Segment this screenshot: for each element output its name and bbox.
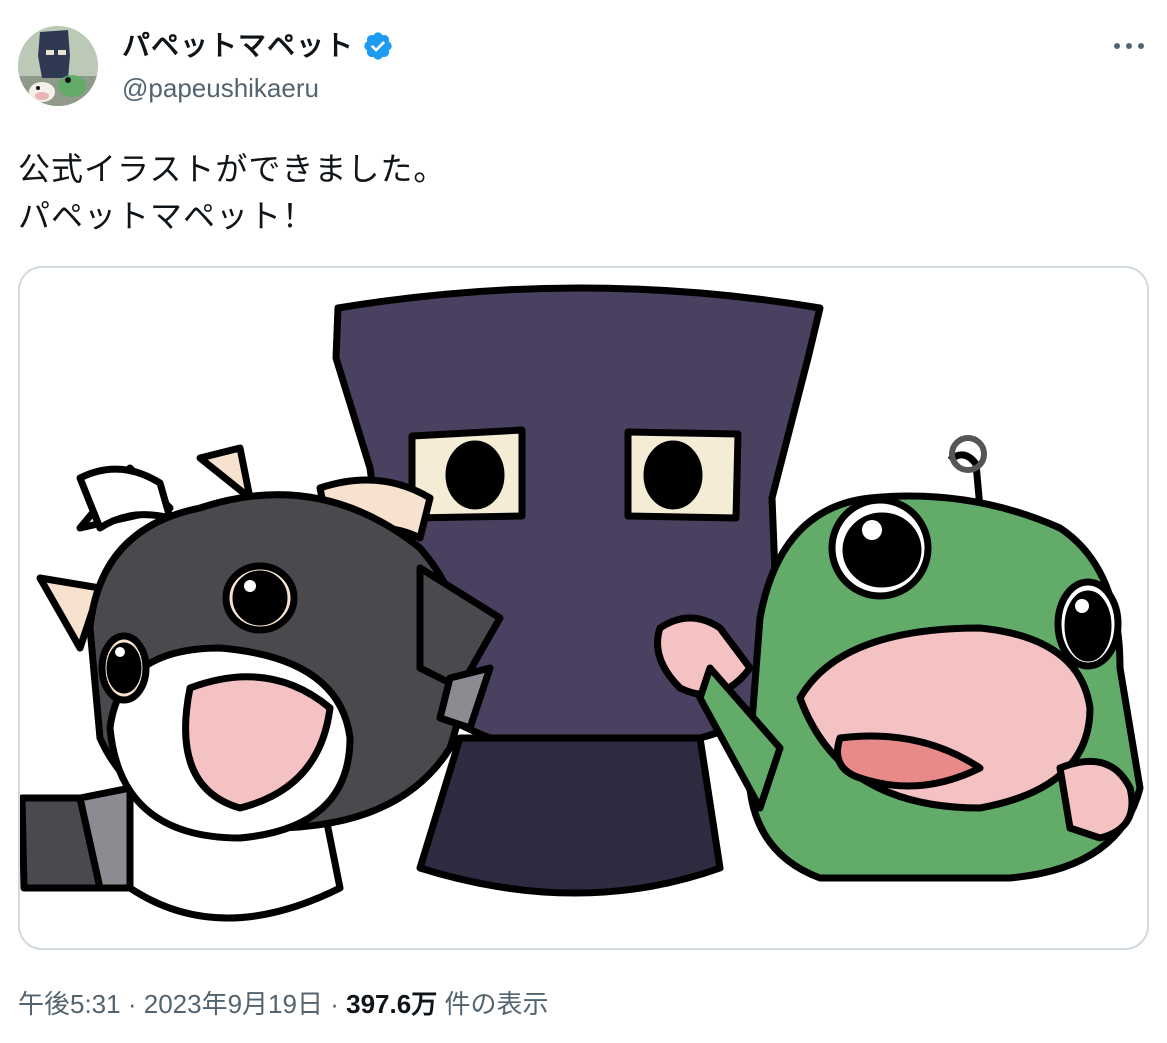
handle[interactable]: @papeushikaeru xyxy=(122,72,394,104)
tweet-text: 公式イラストができました。 パペットマペット！ xyxy=(18,146,446,240)
meta-separator-2: · xyxy=(330,989,339,1019)
views-label: 件の表示 xyxy=(444,989,549,1019)
more-icon[interactable] xyxy=(1109,32,1149,60)
tweet-meta: 午後5:31 · 2023年9月19日 · 397.6万 件の表示 xyxy=(18,984,548,1024)
tweet-date[interactable]: 2023年9月19日 xyxy=(144,989,323,1019)
display-name[interactable]: パペットマペット xyxy=(122,28,354,64)
tweet-line-1: 公式イラストができました。 xyxy=(18,150,447,188)
avatar[interactable] xyxy=(18,26,98,106)
views-count[interactable]: 397.6万 xyxy=(346,989,437,1019)
tweet-line-2: パペットマペット！ xyxy=(18,197,316,235)
tweet-time[interactable]: 午後5:31 xyxy=(18,989,121,1019)
tweet-header: パペットマペット @papeushikaeru xyxy=(18,26,1149,106)
verified-badge-icon xyxy=(364,32,392,60)
tweet-image[interactable] xyxy=(18,266,1149,950)
meta-separator: · xyxy=(127,989,137,1019)
